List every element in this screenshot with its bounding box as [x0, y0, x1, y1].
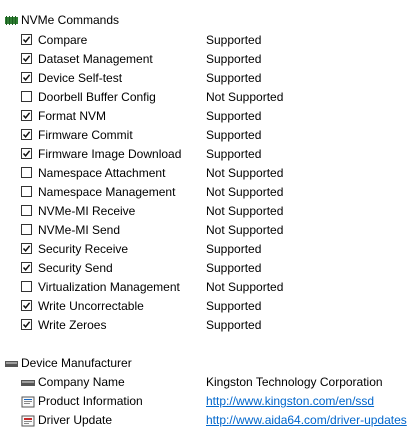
- nvme-section-header: NVMe Commands: [0, 11, 419, 30]
- command-status: Supported: [206, 128, 262, 142]
- company-row: Company Name Kingston Technology Corpora…: [0, 373, 419, 392]
- command-status: Not Supported: [206, 166, 284, 180]
- command-checkbox[interactable]: [21, 300, 32, 311]
- chip-icon: [5, 16, 18, 25]
- manufacturer-section-header: Device Manufacturer: [0, 354, 419, 373]
- command-name: Firmware Image Download: [38, 147, 182, 161]
- command-name: Namespace Attachment: [38, 166, 166, 180]
- command-checkbox[interactable]: [21, 53, 32, 64]
- command-row: Security Receive Supported: [0, 240, 419, 259]
- command-name: Virtualization Management: [38, 280, 180, 294]
- command-status: Not Supported: [206, 280, 284, 294]
- company-value: Kingston Technology Corporation: [206, 375, 383, 389]
- checkmark-icon: [22, 36, 31, 43]
- checkmark-icon: [22, 150, 31, 157]
- command-checkbox[interactable]: [21, 148, 32, 159]
- product-label: Product Information: [38, 394, 143, 408]
- command-row: Write Zeroes Supported: [0, 316, 419, 335]
- command-status: Not Supported: [206, 185, 284, 199]
- command-name: Device Self-test: [38, 71, 123, 85]
- checkmark-icon: [22, 245, 31, 252]
- command-row: Format NVM Supported: [0, 107, 419, 126]
- command-row: Firmware Image Download Supported: [0, 145, 419, 164]
- command-name: Dataset Management: [38, 52, 153, 66]
- command-checkbox[interactable]: [21, 205, 32, 216]
- command-row: Compare Supported: [0, 31, 419, 50]
- checkmark-icon: [22, 321, 31, 328]
- command-checkbox[interactable]: [21, 243, 32, 254]
- command-status: Not Supported: [206, 223, 284, 237]
- command-checkbox[interactable]: [21, 186, 32, 197]
- command-checkbox[interactable]: [21, 224, 32, 235]
- driver-label: Driver Update: [38, 413, 113, 427]
- command-checkbox[interactable]: [21, 319, 32, 330]
- manufacturer-section-title: Device Manufacturer: [21, 356, 132, 370]
- checkmark-icon: [22, 112, 31, 119]
- checkmark-icon: [22, 74, 31, 81]
- command-checkbox[interactable]: [21, 72, 32, 83]
- command-row: Firmware Commit Supported: [0, 126, 419, 145]
- command-status: Supported: [206, 242, 262, 256]
- command-row: NVMe-MI Send Not Supported: [0, 221, 419, 240]
- product-row: Product Information http://www.kingston.…: [0, 392, 419, 411]
- checkmark-icon: [22, 55, 31, 62]
- driver-icon: [21, 415, 35, 427]
- command-status: Not Supported: [206, 90, 284, 104]
- command-checkbox[interactable]: [21, 110, 32, 121]
- command-status: Supported: [206, 147, 262, 161]
- info-icon: [21, 396, 35, 408]
- command-name: Write Zeroes: [38, 318, 107, 332]
- command-status: Supported: [206, 33, 262, 47]
- device-icon: [21, 380, 35, 386]
- command-status: Supported: [206, 52, 262, 66]
- nvme-section-title: NVMe Commands: [21, 13, 120, 27]
- product-link[interactable]: http://www.kingston.com/en/ssd: [206, 392, 374, 411]
- checkmark-icon: [22, 131, 31, 138]
- command-status: Supported: [206, 109, 262, 123]
- command-row: NVMe-MI Receive Not Supported: [0, 202, 419, 221]
- command-checkbox[interactable]: [21, 129, 32, 140]
- checkmark-icon: [22, 264, 31, 271]
- command-row: Namespace Management Not Supported: [0, 183, 419, 202]
- command-checkbox[interactable]: [21, 34, 32, 45]
- command-status: Supported: [206, 299, 262, 313]
- command-row: Dataset Management Supported: [0, 50, 419, 69]
- command-status: Supported: [206, 318, 262, 332]
- command-checkbox[interactable]: [21, 262, 32, 273]
- command-status: Supported: [206, 261, 262, 275]
- command-name: Compare: [38, 33, 88, 47]
- command-name: Security Send: [38, 261, 113, 275]
- command-name: NVMe-MI Receive: [38, 204, 136, 218]
- command-row: Doorbell Buffer Config Not Supported: [0, 88, 419, 107]
- command-name: Firmware Commit: [38, 128, 133, 142]
- command-name: Namespace Management: [38, 185, 176, 199]
- command-status: Not Supported: [206, 204, 284, 218]
- checkmark-icon: [22, 302, 31, 309]
- driver-row: Driver Update http://www.aida64.com/driv…: [0, 411, 419, 430]
- command-row: Device Self-test Supported: [0, 69, 419, 88]
- command-row: Namespace Attachment Not Supported: [0, 164, 419, 183]
- command-status: Supported: [206, 71, 262, 85]
- command-row: Security Send Supported: [0, 259, 419, 278]
- driver-link[interactable]: http://www.aida64.com/driver-updates: [206, 411, 407, 430]
- company-label: Company Name: [38, 375, 125, 389]
- command-name: Security Receive: [38, 242, 129, 256]
- command-name: Write Uncorrectable: [38, 299, 144, 313]
- command-checkbox[interactable]: [21, 167, 32, 178]
- command-name: Doorbell Buffer Config: [38, 90, 156, 104]
- command-row: Virtualization Management Not Supported: [0, 278, 419, 297]
- command-checkbox[interactable]: [21, 91, 32, 102]
- device-icon: [5, 361, 18, 367]
- command-row: Write Uncorrectable Supported: [0, 297, 419, 316]
- command-checkbox[interactable]: [21, 281, 32, 292]
- command-name: NVMe-MI Send: [38, 223, 121, 237]
- command-name: Format NVM: [38, 109, 107, 123]
